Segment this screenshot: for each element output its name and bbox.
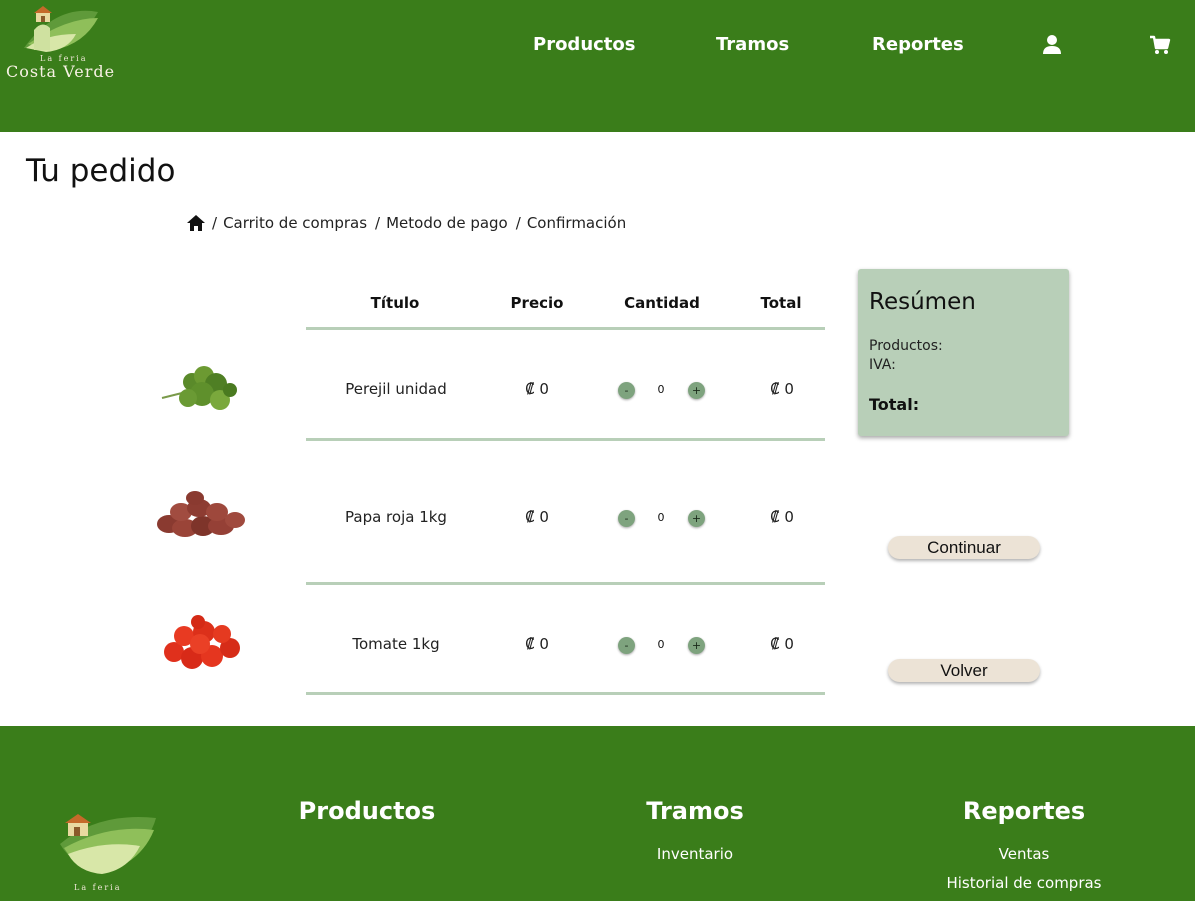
brand-logo[interactable]: La feria Costa Verde [6, 4, 118, 84]
summary-iva-label: IVA: [869, 357, 896, 373]
table-divider [306, 438, 825, 441]
breadcrumb-cart[interactable]: Carrito de compras [223, 214, 367, 232]
row-price: ₡ 0 [525, 635, 549, 653]
row-total: ₡ 0 [770, 508, 794, 526]
brand-name: Costa Verde [6, 62, 116, 81]
home-icon[interactable] [186, 214, 206, 232]
decrease-quantity-button[interactable]: - [618, 637, 635, 654]
nav-tramos[interactable]: Tramos [716, 34, 789, 55]
footer-heading-productos[interactable]: Productos [296, 797, 438, 825]
breadcrumb-separator: / [375, 214, 381, 232]
column-header-quantity: Cantidad [624, 294, 700, 312]
increase-quantity-button[interactable]: + [688, 510, 705, 527]
table-divider [306, 327, 825, 330]
footer-link-ventas[interactable]: Ventas [960, 845, 1088, 863]
footer-heading-tramos[interactable]: Tramos [640, 797, 750, 825]
row-title: Papa roja 1kg [345, 508, 447, 526]
breadcrumb-separator: / [515, 214, 521, 232]
breadcrumb-payment-method[interactable]: Metodo de pago [386, 214, 508, 232]
row-total: ₡ 0 [770, 635, 794, 653]
decrease-quantity-button[interactable]: - [618, 382, 635, 399]
summary-total-label: Total: [869, 395, 920, 414]
order-summary-card: Resúmen Productos: IVA: Total: [858, 269, 1069, 436]
logo-hills-icon [60, 814, 156, 874]
table-divider [306, 692, 825, 695]
row-price: ₡ 0 [525, 380, 549, 398]
footer-link-historial[interactable]: Historial de compras [934, 874, 1114, 892]
breadcrumb-separator: / [212, 214, 218, 232]
summary-title: Resúmen [869, 289, 976, 315]
back-button[interactable]: Volver [888, 659, 1040, 682]
breadcrumb-confirmation[interactable]: Confirmación [527, 214, 626, 232]
footer-link-inventario[interactable]: Inventario [640, 845, 750, 863]
site-header: La feria Costa Verde Productos Tramos Re… [0, 0, 1195, 132]
red-potatoes-image [157, 491, 245, 537]
increase-quantity-button[interactable]: + [688, 382, 705, 399]
column-header-title: Título [370, 294, 420, 312]
row-title: Perejil unidad [345, 380, 447, 398]
continue-button[interactable]: Continuar [888, 536, 1040, 559]
quantity-value[interactable]: 0 [651, 638, 671, 651]
parsley-image [161, 366, 237, 410]
decrease-quantity-button[interactable]: - [618, 510, 635, 527]
nav-reportes[interactable]: Reportes [872, 34, 964, 55]
nav-productos[interactable]: Productos [533, 34, 636, 55]
increase-quantity-button[interactable]: + [688, 637, 705, 654]
breadcrumb: / Carrito de compras / Metodo de pago / … [186, 212, 626, 234]
site-footer: La feria Productos Tramos Reportes Inven… [0, 726, 1195, 901]
page-title: Tu pedido [26, 153, 176, 189]
footer-logo-tagline: La feria [74, 883, 122, 892]
footer-logo[interactable]: La feria [58, 814, 158, 901]
row-title: Tomate 1kg [352, 635, 440, 653]
table-divider [306, 582, 825, 585]
column-header-total: Total [760, 294, 802, 312]
tomatoes-image [164, 615, 240, 669]
quantity-value[interactable]: 0 [651, 511, 671, 524]
column-header-price: Precio [510, 294, 564, 312]
row-total: ₡ 0 [770, 380, 794, 398]
quantity-value[interactable]: 0 [651, 383, 671, 396]
cart-icon[interactable] [1149, 34, 1171, 56]
footer-heading-reportes[interactable]: Reportes [960, 797, 1088, 825]
logo-hills-icon [24, 6, 98, 52]
row-price: ₡ 0 [525, 508, 549, 526]
user-icon[interactable] [1041, 34, 1063, 56]
summary-products-label: Productos: [869, 338, 943, 354]
